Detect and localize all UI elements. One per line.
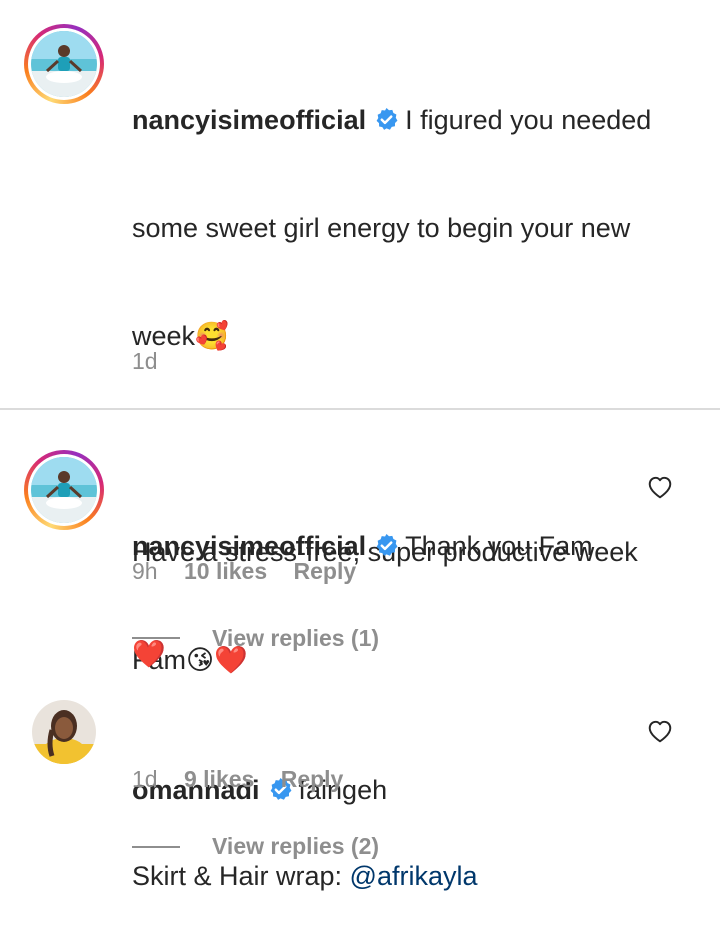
comment1-view-replies[interactable]: View replies (1) [212,625,379,652]
divider [0,408,720,410]
caption-mention-link[interactable]: @afrikayla [350,861,478,891]
caption-timestamp: 1d [132,348,158,374]
caption-line-2: some sweet girl energy to begin your new [132,213,631,243]
comment2-time: 1d [132,766,158,792]
comment1-time: 9h [132,558,158,584]
comment2-avatar[interactable] [32,700,96,764]
comment1-avatar [31,457,97,523]
caption-avatar-ring[interactable] [24,24,104,104]
comment2-view-replies[interactable]: View replies (2) [212,833,379,860]
comment1-avatar-ring[interactable] [24,450,104,530]
comment1-likes[interactable]: 10 likes [184,558,267,584]
heart-outline-icon[interactable] [647,719,673,743]
verified-badge-icon [376,534,398,556]
comment1-username[interactable]: nancyisimeofficial [132,531,366,561]
caption-username[interactable]: nancyisimeofficial [132,105,366,135]
view-replies-line [132,846,180,848]
caption-credit-label: Skirt & Hair wrap: [132,861,350,891]
caption-line-3: week🥰 [132,321,229,351]
verified-badge-icon [376,108,398,130]
comment1-reply-button[interactable]: Reply [294,558,357,584]
comment2-meta: 1d 9 likes Reply [132,766,343,793]
caption-avatar [31,31,97,97]
comment1-meta: 9h 10 likes Reply [132,558,356,585]
view-replies-line [132,637,180,639]
caption-line-1: I figured you needed [405,105,652,135]
comment1-line-2: ❤️ [132,639,166,669]
comment2-reply-button[interactable]: Reply [281,766,344,792]
heart-outline-icon[interactable] [647,475,673,499]
comment1-line-1: Thank you Fam [405,531,593,561]
comment2-likes[interactable]: 9 likes [184,766,254,792]
